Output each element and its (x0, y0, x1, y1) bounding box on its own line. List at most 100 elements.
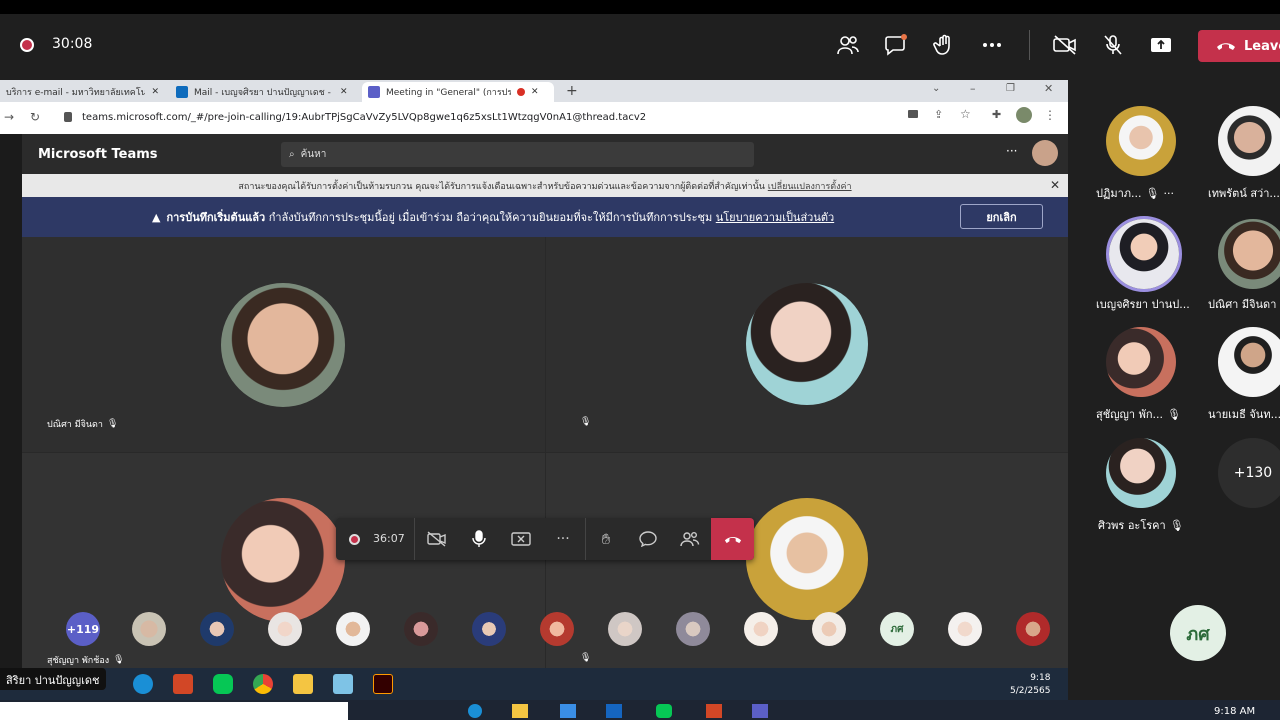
teams-search-input[interactable]: ⌕ ค้นหา (281, 142, 754, 167)
kebab-menu-icon[interactable]: ⋮ (1044, 108, 1056, 122)
avatar[interactable] (1016, 612, 1050, 646)
camera-off-icon[interactable] (1052, 32, 1078, 58)
profile-avatar[interactable] (1016, 107, 1032, 123)
participant-gallery: ปฏิมาภ... 🎙︎ ··· เทพรัตน์ สว่า... เบญจศิ… (1072, 80, 1280, 700)
cancel-button[interactable]: ยกเลิก (960, 204, 1043, 229)
restore-icon[interactable]: ❐ (1006, 83, 1015, 94)
more-participants-button[interactable]: +130 (1218, 438, 1280, 508)
taskbar-search-input[interactable] (0, 702, 348, 720)
avatar[interactable] (608, 612, 642, 646)
more-options-icon[interactable]: ··· (552, 528, 574, 550)
line-icon[interactable] (656, 704, 672, 718)
people-icon[interactable] (679, 528, 701, 550)
overflow-count[interactable]: +119 (66, 612, 100, 646)
participant-card[interactable] (1218, 106, 1280, 176)
avatar[interactable] (404, 612, 438, 646)
phone-hangup-icon (724, 536, 741, 543)
close-icon[interactable]: ✕ (531, 87, 539, 97)
avatar[interactable] (336, 612, 370, 646)
app-icon[interactable] (333, 674, 353, 694)
status-notice-bar: สถานะของคุณได้รับการตั้งค่าเป็นห้ามรบกวน… (22, 174, 1068, 197)
browser-tab[interactable]: บริการ e-mail - มหาวิทยาลัยเทคโนโลยี ✕ (0, 82, 165, 102)
status-notice-link[interactable]: เปลี่ยนแปลงการตั้งค่า (768, 179, 852, 193)
avatar[interactable] (1032, 140, 1058, 166)
mic-muted-icon: 🎙︎ (1169, 518, 1184, 532)
avatar[interactable] (948, 612, 982, 646)
close-icon[interactable]: ✕ (1050, 178, 1060, 192)
close-icon[interactable]: ✕ (340, 87, 348, 97)
share-icon[interactable]: ⇪ (934, 108, 943, 121)
more-options-icon[interactable]: ··· (1006, 144, 1017, 158)
avatar[interactable] (200, 612, 234, 646)
participant-card[interactable] (1106, 106, 1176, 176)
self-avatar-initials[interactable]: ภศ (1170, 605, 1226, 661)
raise-hand-icon[interactable] (931, 32, 957, 58)
minimize-icon[interactable]: – (970, 82, 976, 95)
app-icon[interactable] (560, 704, 576, 718)
back-icon[interactable]: → (4, 110, 14, 124)
reload-icon[interactable]: ↻ (30, 110, 40, 124)
participant-card[interactable] (1109, 219, 1179, 289)
stop-sharing-icon[interactable] (510, 528, 532, 550)
folder-icon[interactable] (293, 674, 313, 694)
browser-tab-active[interactable]: Meeting in "General" (การประ ✕ (362, 82, 554, 102)
camera-site-icon[interactable] (908, 110, 918, 118)
avatar[interactable] (676, 612, 710, 646)
edge-icon[interactable] (133, 674, 153, 694)
recording-tab-icon (517, 88, 525, 96)
powerpoint-icon[interactable] (173, 674, 193, 694)
folder-icon[interactable] (512, 704, 528, 718)
tab-label: Mail - เบญจศิรยา ปานปัญญาเดช - Out (194, 88, 334, 98)
teams-icon[interactable] (752, 704, 768, 718)
browser-tab[interactable]: Mail - เบญจศิรยา ปานปัญญาเดช - Out ✕ (170, 82, 358, 102)
avatar[interactable] (540, 612, 574, 646)
avatar[interactable] (812, 612, 846, 646)
window-close-icon[interactable]: ✕ (1044, 82, 1053, 95)
presenter-name-tag: สิริยา ปานปัญญเดช (0, 668, 106, 690)
chrome-icon[interactable] (253, 674, 273, 694)
tab-label: บริการ e-mail - มหาวิทยาลัยเทคโนโลยี (6, 88, 146, 98)
participant-name: ศิวพร อะโรคา 🎙︎ (1098, 518, 1184, 533)
video-tile[interactable]: ปณิศา มีจินดา 🎙︎ (22, 237, 545, 452)
illustrator-icon[interactable] (373, 674, 393, 694)
edge-icon[interactable] (468, 704, 482, 718)
avatar (1109, 219, 1179, 289)
camera-off-icon[interactable] (426, 528, 448, 550)
participant-name: นายเมธี จันท... (1208, 408, 1280, 421)
clock-time: 9:18 (1030, 673, 1051, 683)
app-icon[interactable] (706, 704, 722, 718)
avatar[interactable] (132, 612, 166, 646)
avatar[interactable] (472, 612, 506, 646)
chevron-down-icon[interactable]: ⌄ (932, 83, 940, 94)
microphone-icon[interactable] (468, 528, 490, 550)
people-icon[interactable] (835, 32, 861, 58)
chat-icon[interactable] (883, 32, 909, 58)
chat-icon[interactable] (637, 528, 659, 550)
star-icon[interactable]: ☆ (960, 107, 971, 121)
more-options-icon[interactable] (979, 32, 1005, 58)
new-tab-icon[interactable]: + (566, 83, 578, 99)
shared-screen: บริการ e-mail - มหาวิทยาลัยเทคโนโลยี ✕ M… (0, 80, 1068, 700)
share-screen-icon[interactable] (1148, 32, 1174, 58)
line-icon[interactable] (213, 674, 233, 694)
app-icon[interactable] (606, 704, 622, 718)
raise-hand-icon[interactable]: ✋︎ (595, 528, 617, 550)
url-text[interactable]: teams.microsoft.com/_#/pre-join-calling/… (82, 112, 646, 123)
more-options-icon[interactable]: ··· (1164, 187, 1175, 200)
hang-up-button[interactable] (711, 518, 754, 560)
avatar-initials[interactable]: ภศ (880, 612, 914, 646)
extensions-icon[interactable]: ✚ (992, 108, 1001, 121)
participant-card[interactable] (1218, 219, 1280, 289)
mic-off-icon[interactable] (1100, 32, 1126, 58)
leave-button[interactable]: Leave (1198, 30, 1280, 62)
close-icon[interactable]: ✕ (151, 87, 159, 97)
participant-card[interactable] (1106, 327, 1176, 397)
participant-card[interactable] (1218, 327, 1280, 397)
video-tile[interactable]: 🎙︎ (546, 237, 1068, 452)
avatar[interactable] (268, 612, 302, 646)
privacy-policy-link[interactable]: นโยบายความเป็นส่วนตัว (716, 208, 834, 226)
divider (414, 518, 415, 560)
participant-card[interactable] (1106, 438, 1176, 508)
warning-icon: ▲ (152, 210, 161, 224)
avatar[interactable] (744, 612, 778, 646)
